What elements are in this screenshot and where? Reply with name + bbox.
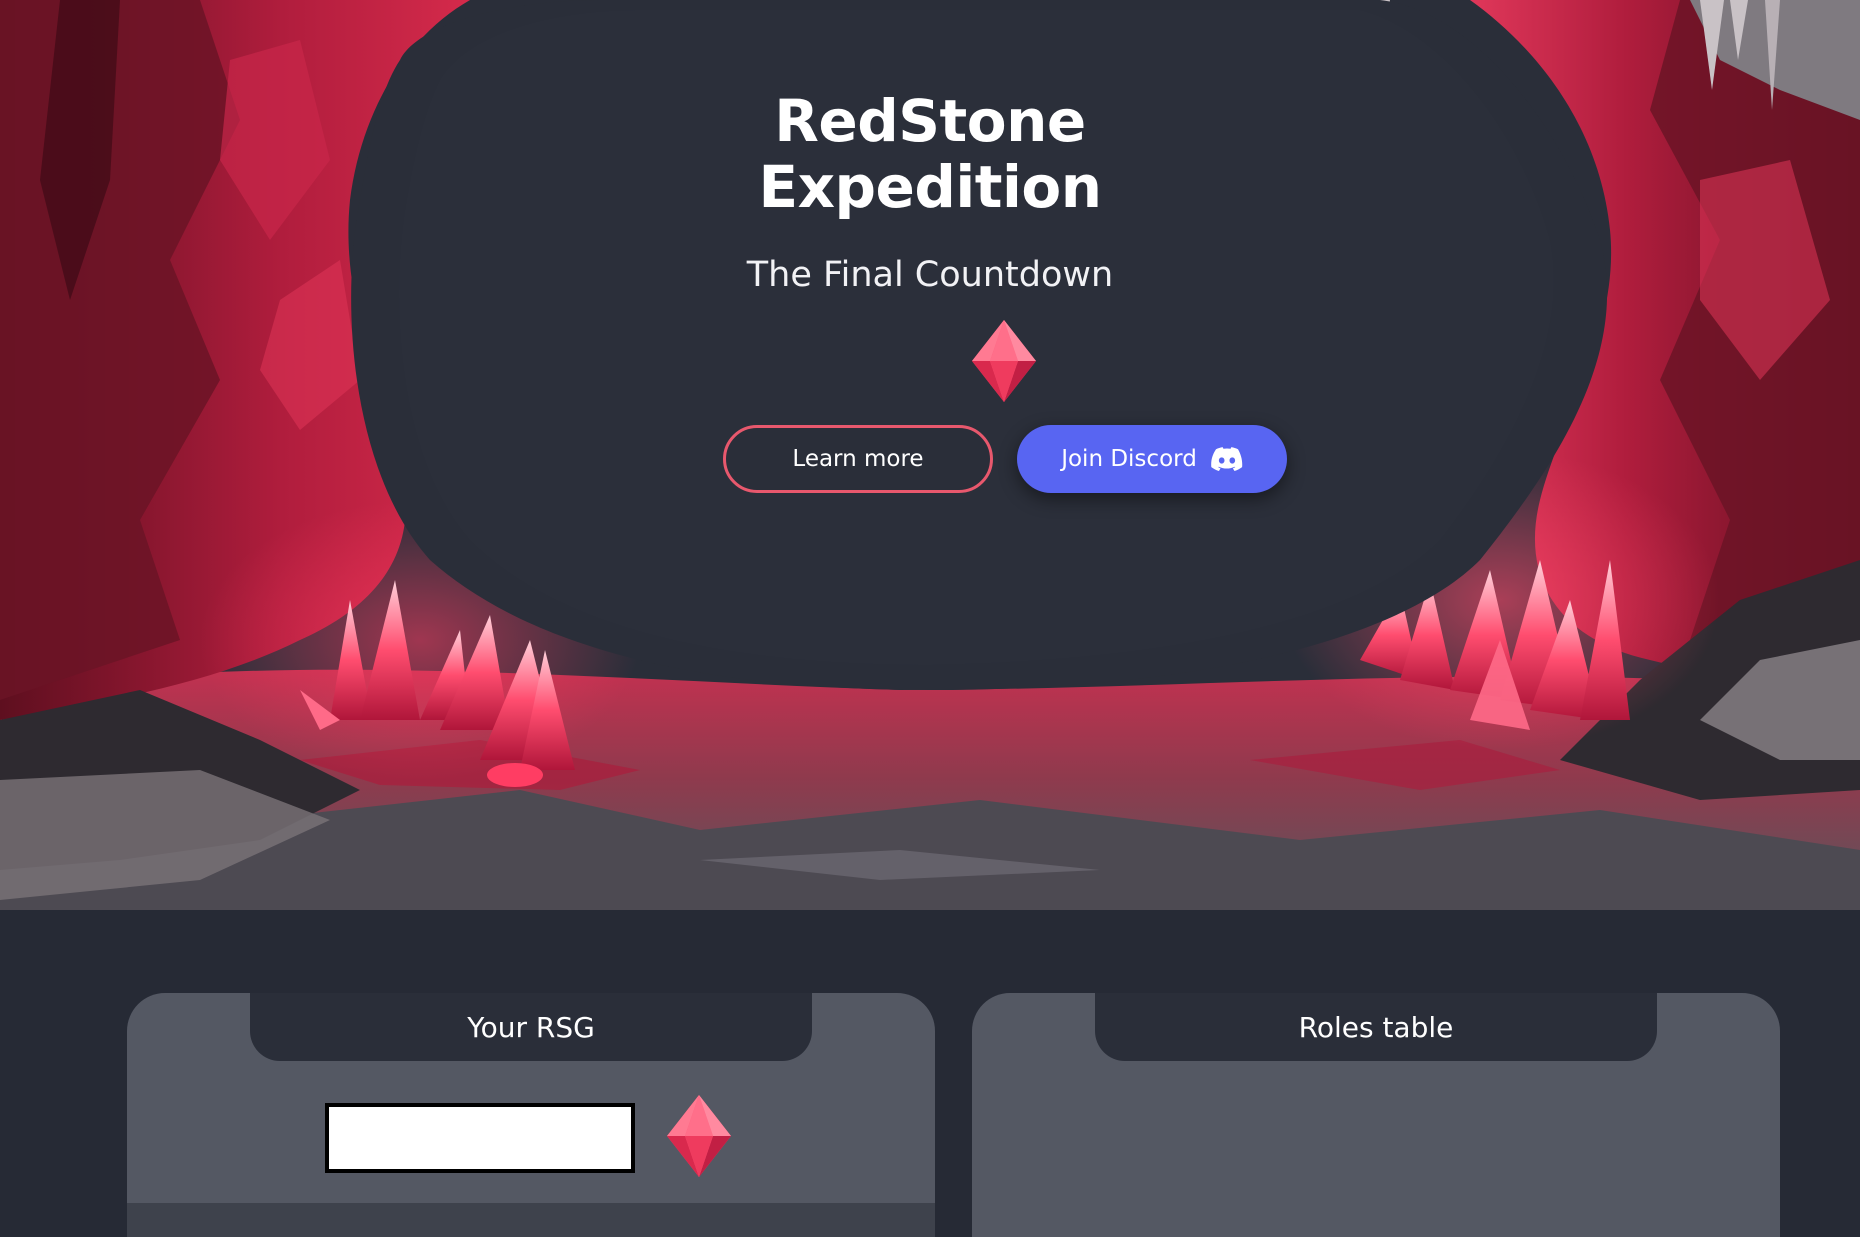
hero-section: RedStone Expedition The Final Countdown … <box>0 0 1860 910</box>
cards-section: Your RSG Roles table <box>0 910 1860 1237</box>
roles-card-header: Roles table <box>1095 993 1657 1061</box>
rsg-card-title: Your RSG <box>467 1010 595 1044</box>
rsg-card-footer <box>127 1203 935 1237</box>
discord-icon <box>1210 447 1243 471</box>
join-discord-button[interactable]: Join Discord <box>1017 425 1287 493</box>
redstone-gem-icon <box>972 320 1036 402</box>
page-subtitle: The Final Countdown <box>746 255 1114 295</box>
title-line-1: RedStone <box>774 87 1086 155</box>
join-discord-label: Join Discord <box>1061 446 1197 472</box>
rsg-input[interactable] <box>325 1103 635 1173</box>
redstone-gem-icon <box>667 1095 731 1177</box>
title-line-2: Expedition <box>758 153 1102 221</box>
rsg-card: Your RSG <box>127 993 935 1237</box>
learn-more-label: Learn more <box>792 446 924 472</box>
page-title: RedStone Expedition <box>680 88 1180 220</box>
rsg-card-header: Your RSG <box>250 993 812 1061</box>
page: RedStone Expedition The Final Countdown … <box>0 0 1860 1237</box>
learn-more-button[interactable]: Learn more <box>723 425 993 493</box>
roles-table-card: Roles table <box>972 993 1780 1237</box>
roles-card-title: Roles table <box>1298 1010 1454 1044</box>
